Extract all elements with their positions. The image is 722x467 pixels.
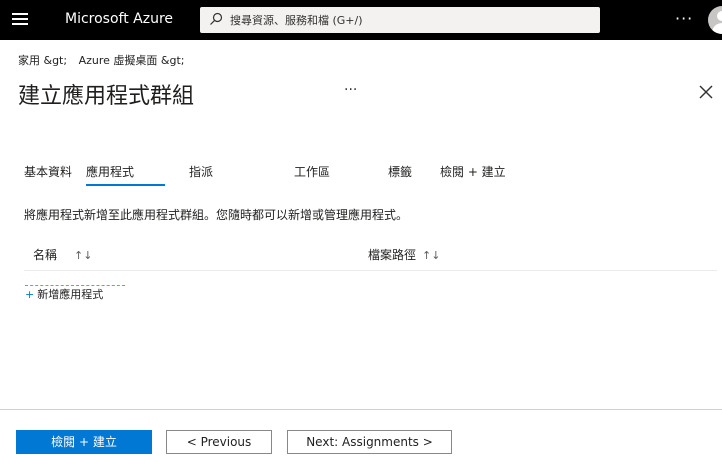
column-header-file-path-label: 檔案路徑 [368, 248, 417, 262]
tab-applications[interactable]: 應用程式 [86, 163, 134, 180]
previous-button[interactable]: < Previous [166, 430, 272, 454]
next-assignments-button[interactable]: Next: Assignments > [287, 430, 452, 454]
search-icon [210, 12, 223, 25]
breadcrumb-item-avd[interactable]: Azure 虛擬桌面 &gt; [79, 54, 185, 67]
review-create-button[interactable]: 檢閱 + 建立 [16, 430, 152, 454]
hamburger-menu-icon[interactable] [12, 13, 28, 26]
description-text: 將應用程式新增至此應用程式群組。您隨時都可以新增或管理應用程式。 [24, 208, 409, 222]
close-icon[interactable] [698, 84, 714, 100]
breadcrumb: 家用 &gt; Azure 虛擬桌面 &gt; [18, 52, 192, 68]
column-header-file-path[interactable]: 檔案路徑 ↑↓ [368, 246, 440, 263]
sort-icon[interactable]: ↑↓ [422, 249, 440, 262]
avatar[interactable] [708, 6, 722, 34]
column-header-name[interactable]: 名稱 ↑↓ [33, 246, 92, 263]
more-options-icon[interactable]: ··· [675, 9, 693, 28]
breadcrumb-item-home[interactable]: 家用 &gt; [18, 54, 67, 67]
selected-tab-indicator [86, 184, 165, 186]
sort-icon[interactable]: ↑↓ [74, 249, 92, 262]
footer-divider [0, 409, 722, 410]
tab-tags[interactable]: 標籤 [388, 163, 412, 180]
tab-review-create[interactable]: 檢閱 + 建立 [440, 163, 506, 180]
tab-basics[interactable]: 基本資料 [24, 163, 72, 180]
search-input[interactable] [230, 10, 590, 30]
add-application-label: 新增應用程式 [37, 288, 104, 301]
plus-icon: + [25, 288, 35, 301]
tab-workspace[interactable]: 工作區 [294, 163, 330, 180]
add-application-button[interactable]: + 新增應用程式 [25, 285, 126, 301]
page-title: 建立應用程式群組 [18, 84, 195, 109]
table-header-divider [24, 270, 717, 271]
title-more-icon[interactable]: ··· [344, 82, 357, 98]
top-bar: Microsoft Azure ··· [0, 0, 722, 40]
global-search[interactable] [200, 7, 600, 33]
column-header-name-label: 名稱 [33, 248, 58, 262]
tab-assignments[interactable]: 指派 [189, 163, 213, 180]
brand-name[interactable]: Microsoft Azure [65, 11, 173, 27]
